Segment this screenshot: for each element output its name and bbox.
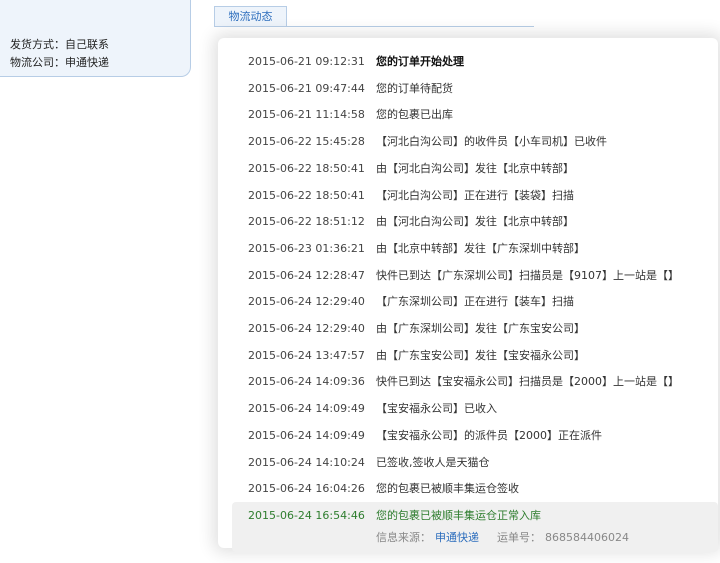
logistics-company-label: 物流公司： — [10, 56, 65, 69]
tracking-message: 【广东深圳公司】正在进行【装车】扫描 — [376, 295, 574, 309]
shipping-info-panel: 发货方式：自己联系 物流公司：申通快递 — [0, 0, 191, 77]
tracking-message: 【河北白沟公司】正在进行【装袋】扫描 — [376, 188, 574, 202]
source-carrier-link[interactable]: 申通快递 — [435, 531, 479, 544]
tracking-message: 您的包裹已出库 — [376, 108, 453, 122]
tracking-time: 2015-06-22 18:50:41 — [248, 188, 365, 202]
tracking-message: 由【河北白沟公司】发往【北京中转部】 — [376, 215, 574, 229]
tracking-time: 2015-06-24 12:29:40 — [248, 322, 365, 335]
tracking-message: 【河北白沟公司】的收件员【小车司机】已收件 — [376, 135, 607, 149]
delivery-method-value: 自己联系 — [65, 38, 109, 51]
tracking-time: 2015-06-22 18:51:12 — [248, 215, 365, 229]
waybill-number: 868584406024 — [545, 531, 629, 544]
tracking-time: 2015-06-23 01:36:21 — [248, 241, 365, 255]
tracking-time: 2015-06-24 14:10:24 — [248, 455, 365, 469]
logistics-company-value: 申通快递 — [65, 56, 109, 69]
tracking-time: 2015-06-21 11:14:58 — [248, 108, 365, 122]
tracking-message: 已签收,签收人是天猫仓 — [376, 455, 490, 469]
delivery-method-row: 发货方式：自己联系 — [10, 36, 109, 52]
tracking-message: 由【广东宝安公司】发往【宝安福永公司】 — [376, 348, 585, 362]
tracking-time: 2015-06-24 12:28:47 — [248, 268, 365, 282]
tracking-card: 2015-06-21 09:12:31 您的订单开始处理 2015-06-21 09… — [218, 38, 718, 552]
tracking-time: 2015-06-24 14:09:49 — [248, 402, 365, 416]
tracking-message: 您的订单开始处理 — [376, 55, 464, 68]
tracking-message: 您的包裹已被顺丰集运仓正常入库 — [376, 508, 541, 522]
tab-divider — [214, 26, 534, 27]
source-line: 信息来源： 申通快递 运单号： 868584406024 — [376, 529, 629, 545]
tracking-message: 您的包裹已被顺丰集运仓签收 — [376, 482, 519, 496]
tracking-message: 由【河北白沟公司】发往【北京中转部】 — [376, 161, 574, 175]
tracking-time: 2015-06-22 15:45:28 — [248, 135, 365, 149]
source-label: 信息来源： — [376, 531, 431, 544]
tracking-message: 由【北京中转部】发往【广东深圳中转部】 — [376, 241, 585, 255]
waybill-label: 运单号： — [497, 531, 541, 544]
tracking-message: 【宝安福永公司】的派件员【2000】正在派件 — [376, 428, 602, 442]
tracking-time: 2015-06-24 16:04:26 — [248, 482, 365, 496]
tracking-time: 2015-06-24 14:09:36 — [248, 375, 365, 389]
tracking-time: 2015-06-22 18:50:41 — [248, 161, 365, 175]
tracking-time: 2015-06-24 16:54:46 — [248, 508, 365, 522]
tracking-time: 2015-06-24 14:09:49 — [248, 428, 365, 442]
logistics-company-row: 物流公司：申通快递 — [10, 54, 109, 70]
tracking-message: 【宝安福永公司】已收入 — [376, 402, 497, 416]
tab-logistics-updates[interactable]: 物流动态 — [214, 6, 287, 27]
tracking-time: 2015-06-21 09:47:44 — [248, 81, 365, 95]
delivery-method-label: 发货方式： — [10, 38, 65, 51]
tracking-time: 2015-06-21 09:12:31 — [248, 55, 365, 68]
tracking-message: 快件已到达【广东深圳公司】扫描员是【9107】上一站是【】 — [376, 268, 679, 282]
tracking-message: 您的订单待配货 — [376, 81, 453, 95]
tracking-message: 快件已到达【宝安福永公司】扫描员是【2000】上一站是【】 — [376, 375, 679, 389]
tracking-time: 2015-06-24 12:29:40 — [248, 295, 365, 309]
tracking-time: 2015-06-24 13:47:57 — [248, 348, 365, 362]
tracking-message: 由【广东深圳公司】发往【广东宝安公司】 — [376, 322, 585, 335]
